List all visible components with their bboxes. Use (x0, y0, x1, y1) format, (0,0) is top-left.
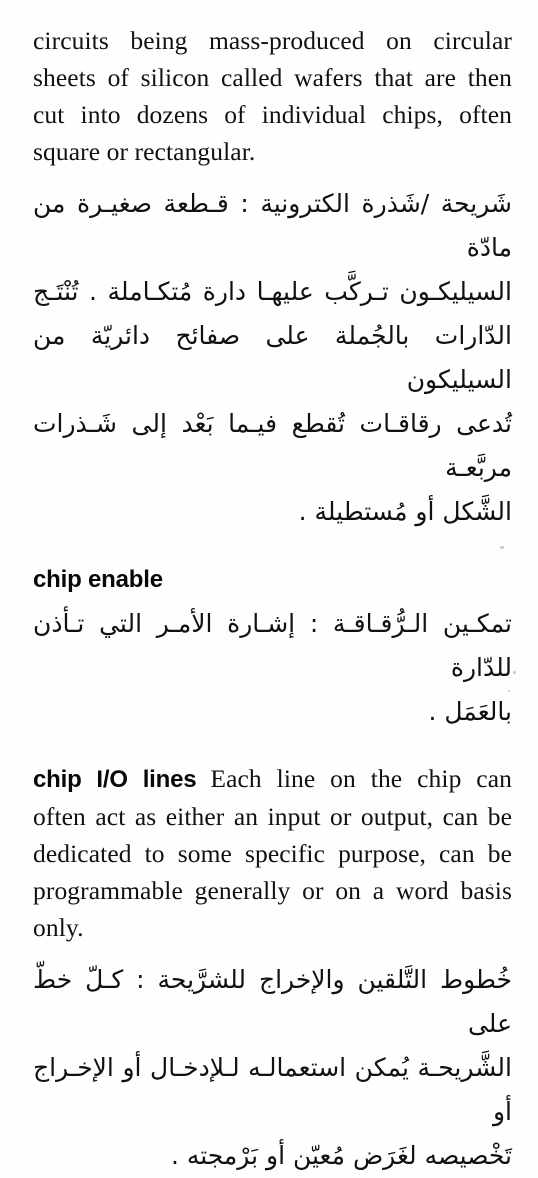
arabic-line: تَخْصيصه لغَرَض مُعيّن أو بَرْمجته . (170, 1141, 512, 1170)
arabic-paragraph-chip: شَريحة /شَذرة الكترونية : قـطعة صغيـرة م… (33, 182, 512, 534)
scan-artifact-speck (489, 884, 492, 886)
scan-artifact-speck (500, 546, 504, 549)
arabic-line: الدّارات بالجُملة على صفائح دائريّة من ا… (33, 321, 512, 394)
arabic-line: بالعَمَل . (428, 697, 512, 726)
arabic-line: تمكـين الـرُّقـاقـة : إشـارة الأمـر التي… (33, 609, 512, 682)
arabic-line: خُطوط التَّلقين والإخراج للشرَّيحة : كـل… (33, 965, 512, 1038)
text-column: circuits being mass-produced on circular… (33, 22, 512, 1178)
scan-artifact-speck (508, 690, 510, 692)
arabic-line: الشَّكل أو مُستطيلة . (298, 497, 512, 526)
arabic-line: السيليكـون تـركَّب عليهـا دارة مُتكـاملة… (33, 277, 512, 306)
headword-chip-io-lines: chip I/O lines (33, 766, 197, 793)
scanned-dictionary-page: circuits being mass-produced on circular… (0, 0, 538, 1170)
arabic-paragraph-chip-io-lines: خُطوط التَّلقين والإخراج للشرَّيحة : كـل… (33, 958, 512, 1178)
arabic-paragraph-chip-enable: تمكـين الـرُّقـاقـة : إشـارة الأمـر التي… (33, 602, 512, 734)
scan-artifact-speck (513, 671, 516, 674)
english-paragraph-chip-continuation: circuits being mass-produced on circular… (33, 26, 512, 166)
headword-chip-enable: chip enable (33, 566, 163, 593)
arabic-line: الشَّريحـة يُمكن استعمالـه لـلإدخـال أو … (33, 1053, 512, 1126)
arabic-line: تُدعى رقاقـات تُقطع فيـما بَعْد إلى شَـذ… (33, 409, 512, 482)
arabic-line: شَريحة /شَذرة الكترونية : قـطعة صغيـرة م… (33, 189, 512, 262)
english-paragraph-chip-io-lines: chip I/O lines Each line on the chip can … (33, 760, 512, 946)
